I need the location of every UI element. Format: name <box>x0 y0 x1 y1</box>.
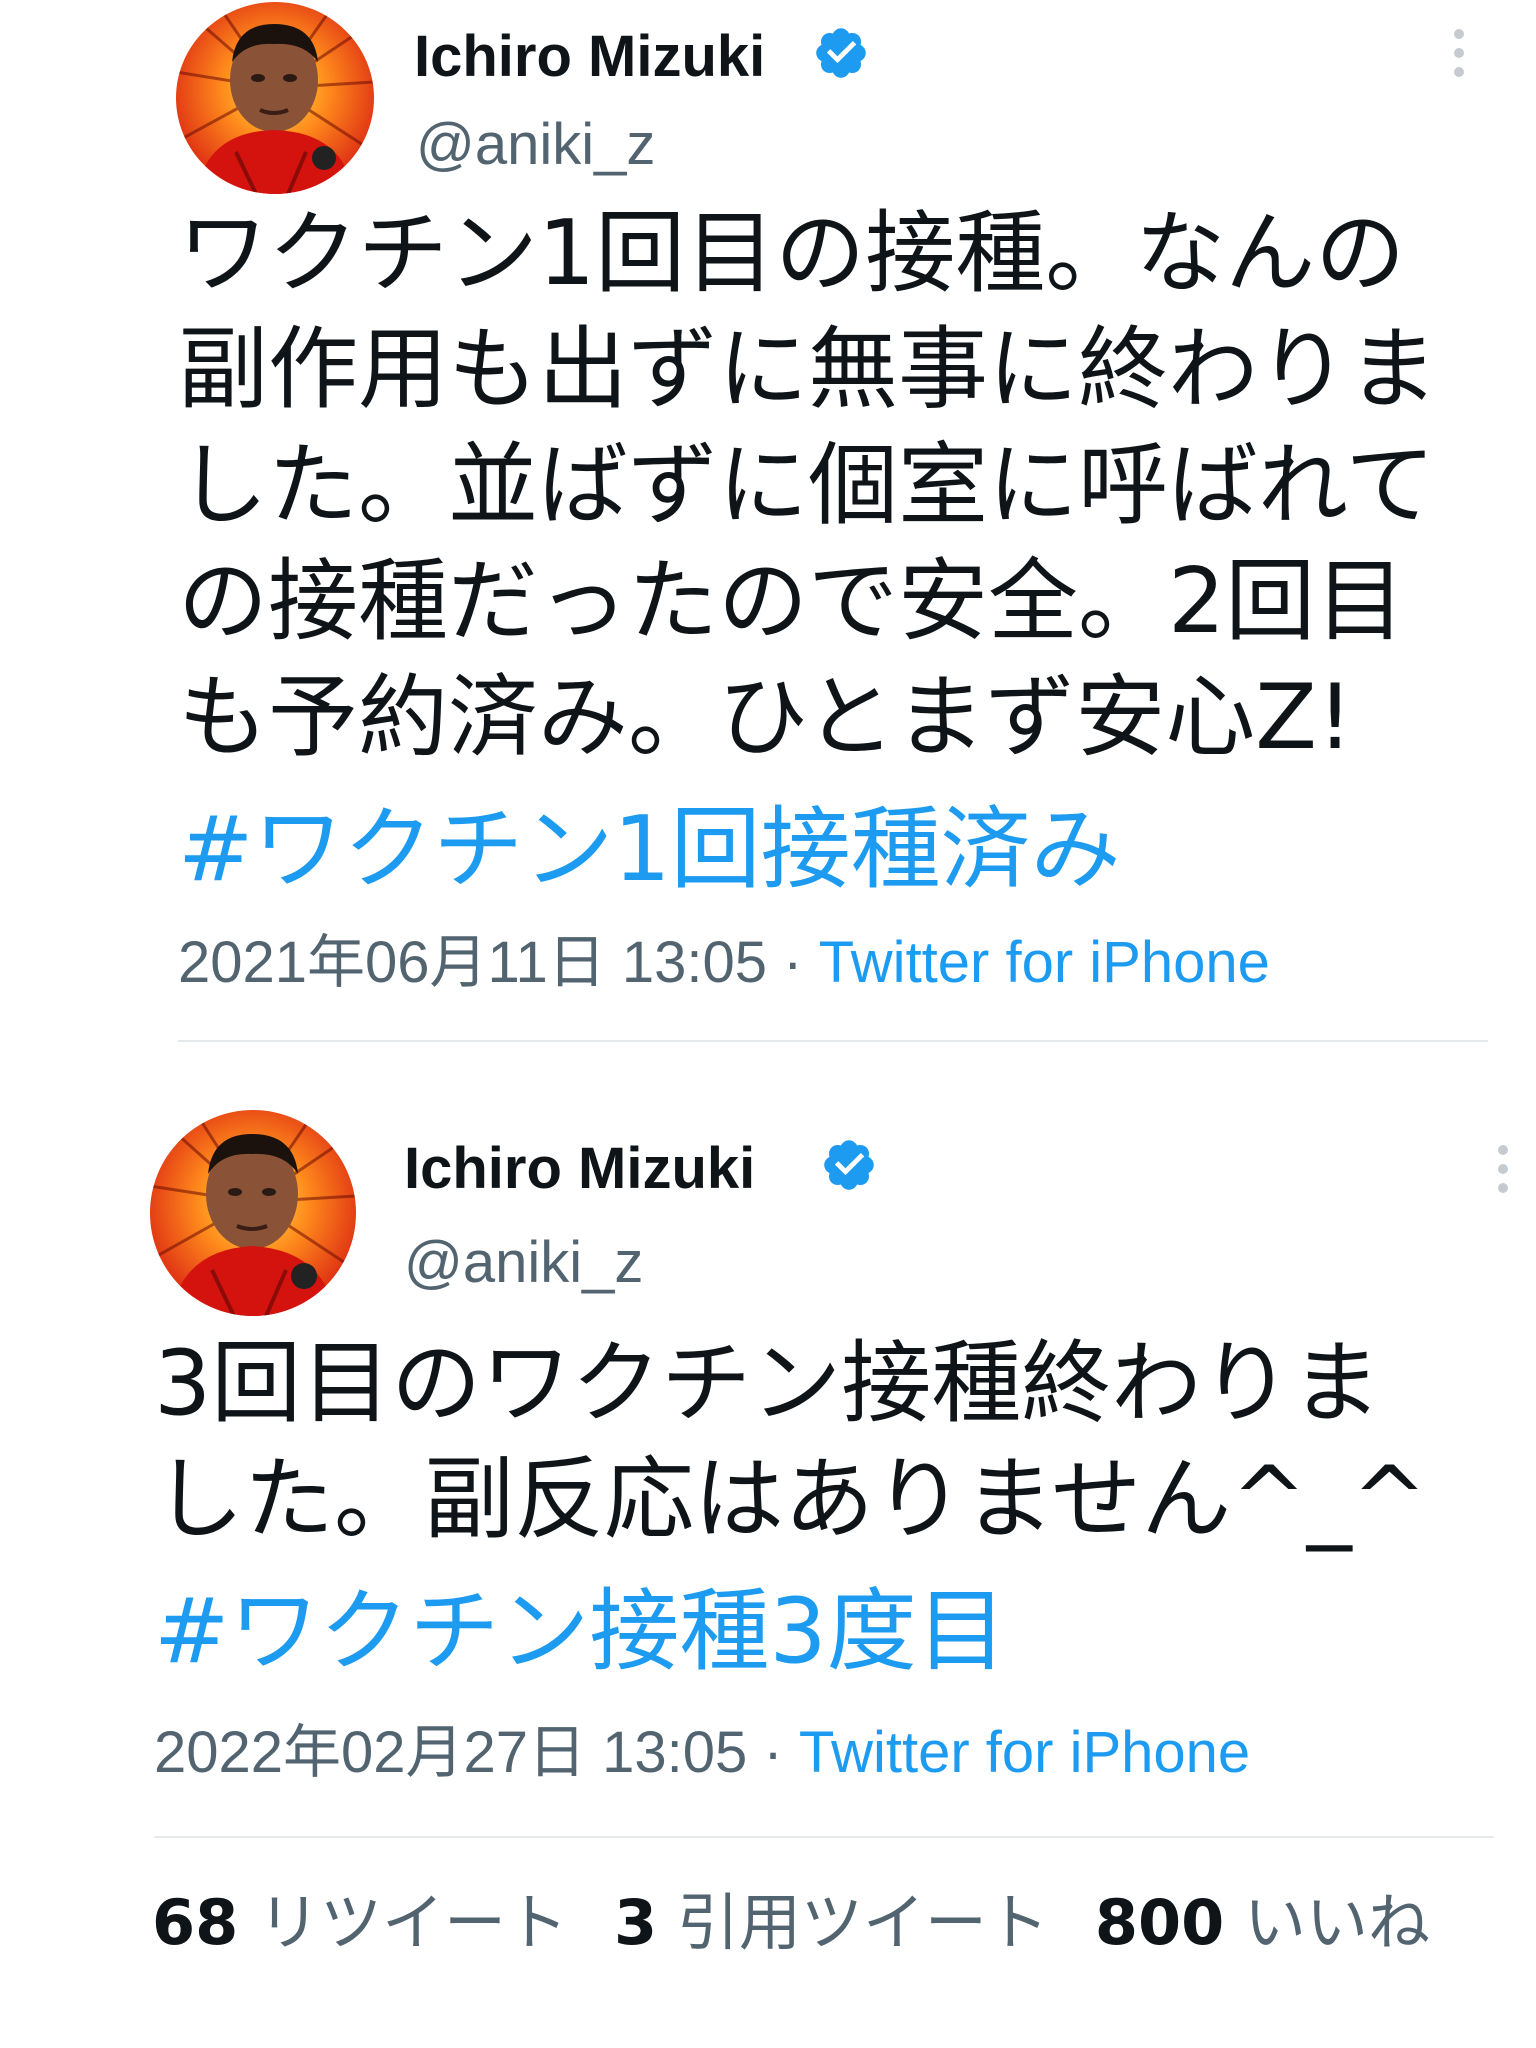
display-name[interactable]: Ichiro Mizuki <box>404 1140 755 1198</box>
source-link[interactable]: Twitter for iPhone <box>799 1720 1250 1785</box>
retweets-stat[interactable]: 68 リツイート <box>152 1886 614 1959</box>
likes-stat[interactable]: 800 いいね <box>1095 1886 1430 1959</box>
avatar[interactable] <box>176 2 374 194</box>
meta-separator: · <box>767 930 819 995</box>
avatar-image <box>176 2 374 194</box>
retweets-count: 68 <box>152 1886 239 1959</box>
tweet-text: ワクチン1回目の接種。なんの 副作用も出ずに無事に終わりま した。並ばずに個室に… <box>178 201 1438 770</box>
timestamp[interactable]: 2022年02月27日 13:05 <box>154 1720 747 1785</box>
meta-separator: · <box>747 1720 799 1785</box>
quotes-label: 引用ツイート <box>676 1886 1049 1959</box>
handle[interactable]: @aniki_z <box>404 1234 643 1292</box>
display-name[interactable]: Ichiro Mizuki <box>414 28 765 86</box>
hashtag-link[interactable]: #ワクチン接種3度目 <box>154 1574 1007 1690</box>
source-link[interactable]: Twitter for iPhone <box>819 930 1270 995</box>
hashtag-link[interactable]: #ワクチン1回接種済み <box>178 792 1121 908</box>
engagement-stats: 68 リツイート 3 引用ツイート 800 いいね <box>152 1892 1430 1954</box>
likes-count: 800 <box>1094 1886 1225 1959</box>
avatar-image <box>150 1110 356 1316</box>
handle[interactable]: @aniki_z <box>416 116 655 174</box>
timestamp[interactable]: 2021年06月11日 13:05 <box>178 930 767 995</box>
tweet-meta: 2022年02月27日 13:05 · Twitter for iPhone <box>154 1724 1250 1782</box>
divider <box>154 1836 1494 1838</box>
quotes-count: 3 <box>614 1886 658 1959</box>
tweet-meta: 2021年06月11日 13:05 · Twitter for iPhone <box>178 934 1270 992</box>
avatar[interactable] <box>150 1110 356 1316</box>
more-options-icon[interactable] <box>1452 28 1466 78</box>
tweet-text: 3回目のワクチン接種終わりま した。副反応はありません^_^ <box>154 1331 1428 1552</box>
likes-label: いいね <box>1244 1886 1431 1959</box>
quotes-stat[interactable]: 3 引用ツイート <box>614 1886 1095 1959</box>
more-options-icon[interactable] <box>1496 1144 1510 1194</box>
retweets-label: リツイート <box>258 1886 569 1959</box>
divider <box>178 1040 1488 1042</box>
verified-badge-icon <box>816 28 866 78</box>
verified-badge-icon <box>824 1140 874 1190</box>
